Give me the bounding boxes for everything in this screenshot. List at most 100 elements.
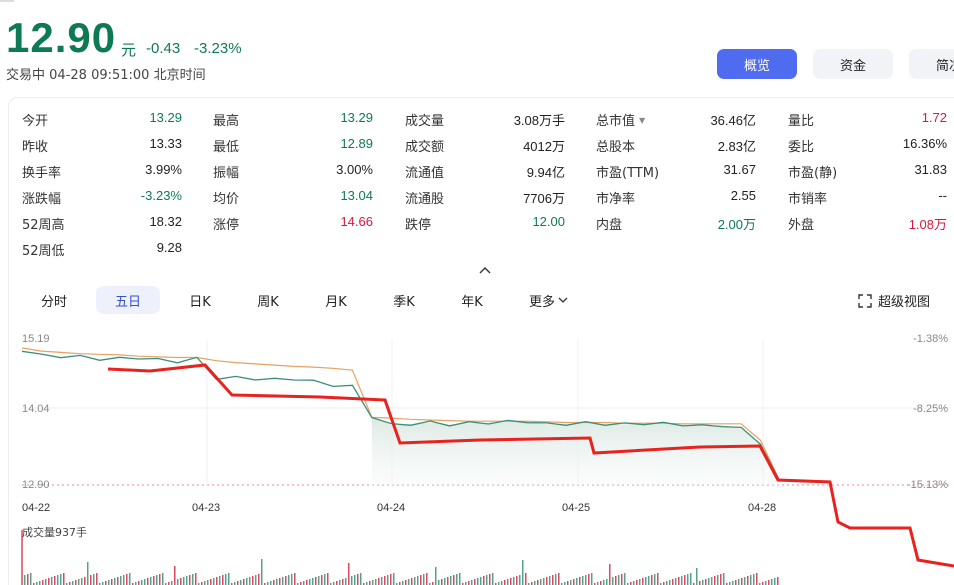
stat-label: 成交量 bbox=[405, 114, 445, 129]
collapse-icon[interactable] bbox=[478, 265, 492, 275]
volume-bar bbox=[621, 574, 623, 585]
period-tab-daily[interactable]: 日K bbox=[178, 286, 222, 314]
stat-label: 市净率 bbox=[596, 192, 636, 207]
volume-bar bbox=[72, 581, 74, 585]
volume-bar bbox=[138, 581, 140, 585]
period-tab-more[interactable]: 更多 bbox=[520, 286, 578, 314]
stat-value: 9.94亿 bbox=[526, 165, 565, 180]
volume-bar bbox=[492, 573, 494, 585]
volume-bar bbox=[741, 578, 743, 585]
volume-bar bbox=[378, 578, 380, 585]
volume-bar bbox=[93, 574, 95, 585]
stat-value: 18.32 bbox=[149, 214, 182, 229]
volume-bar bbox=[144, 579, 146, 585]
volume-bar bbox=[666, 581, 668, 585]
volume-bar bbox=[75, 580, 77, 585]
volume-bar bbox=[45, 579, 47, 585]
volume-bar bbox=[474, 579, 476, 585]
stat-value: 9.28 bbox=[156, 240, 182, 255]
volume-bar bbox=[624, 573, 626, 585]
volume-bar bbox=[315, 577, 317, 585]
stat-label: 涨跌幅 bbox=[22, 192, 62, 207]
volume-bar bbox=[420, 575, 422, 585]
volume-bar bbox=[723, 573, 725, 585]
volume-bar bbox=[510, 578, 512, 585]
volume-bar bbox=[513, 577, 515, 585]
volume-bar bbox=[618, 575, 620, 585]
volume-bar bbox=[291, 574, 293, 585]
volume-bar bbox=[642, 578, 644, 585]
volume-bar bbox=[192, 574, 194, 585]
volume-bar bbox=[612, 577, 614, 585]
volume-bar bbox=[450, 576, 452, 585]
volume-bar bbox=[306, 580, 308, 585]
volume-bar bbox=[39, 581, 41, 585]
volume-bar bbox=[690, 573, 692, 585]
volume-bar bbox=[546, 577, 548, 585]
fullscreen-icon bbox=[858, 293, 872, 308]
volume-bar bbox=[114, 578, 116, 585]
volume-bar bbox=[438, 580, 440, 585]
tab-funds[interactable]: 资金 bbox=[813, 49, 893, 79]
volume-bar bbox=[579, 577, 581, 585]
volume-bar bbox=[309, 579, 311, 585]
trading-status: 交易中 04-28 09:51:00 北京时间 bbox=[6, 64, 206, 83]
y-tick-label-left: 15.19 bbox=[22, 333, 50, 345]
chart-plot-area: 15.19 14.04 12.90 -1.38% -8.25% -15.13% 04-22 0… bbox=[21, 333, 954, 585]
stat-value: 2.83亿 bbox=[717, 139, 756, 154]
price-change: -0.43 bbox=[146, 40, 181, 57]
volume-bar bbox=[423, 574, 425, 585]
volume-bar bbox=[159, 574, 161, 585]
volume-bar bbox=[456, 574, 458, 585]
y-tick-label-right: -15.13% bbox=[907, 479, 948, 491]
volume-bar bbox=[768, 580, 770, 585]
period-tab-weekly[interactable]: 周K bbox=[246, 286, 290, 314]
volume-bar bbox=[222, 575, 224, 585]
volume-bar bbox=[489, 574, 491, 585]
volume-bar bbox=[225, 574, 227, 585]
volume-bar bbox=[255, 575, 257, 585]
period-tab-monthly[interactable]: 月K bbox=[314, 286, 358, 314]
caret-down-icon[interactable]: ▼ bbox=[639, 116, 645, 125]
volume-bar bbox=[303, 581, 305, 585]
period-tab-quarterly[interactable]: 季K bbox=[382, 286, 426, 314]
volume-bar bbox=[216, 577, 218, 585]
volume-bar bbox=[435, 567, 437, 585]
volume-bar bbox=[507, 579, 509, 585]
volume-bar bbox=[81, 578, 83, 585]
period-tab-yearly[interactable]: 年K bbox=[450, 286, 494, 314]
volume-bar bbox=[51, 577, 53, 585]
volume-bar bbox=[258, 574, 260, 585]
volume-bar bbox=[141, 580, 143, 585]
tab-profile[interactable]: 简况 bbox=[909, 49, 954, 79]
price-change-percent: -3.23% bbox=[194, 40, 242, 57]
volume-bar bbox=[252, 576, 254, 585]
volume-bar bbox=[321, 575, 323, 585]
volume-bar bbox=[717, 575, 719, 585]
y-tick-label-right: -1.38% bbox=[913, 333, 948, 345]
volume-bar bbox=[351, 576, 353, 585]
stat-label: 振幅 bbox=[213, 166, 240, 181]
volume-bar bbox=[648, 576, 650, 585]
volume-bar bbox=[183, 577, 185, 585]
super-view-button[interactable]: 超级视图 bbox=[858, 291, 930, 310]
volume-bar bbox=[372, 580, 374, 585]
volume-bar bbox=[573, 579, 575, 585]
period-tab-5day[interactable]: 五日 bbox=[96, 286, 160, 314]
volume-bar bbox=[126, 574, 128, 585]
stat-label[interactable]: 总市值 ▼ bbox=[596, 110, 645, 129]
period-tab-intraday[interactable]: 分时 bbox=[28, 286, 80, 314]
volume-bar bbox=[276, 579, 278, 585]
stat-value: 2.00万 bbox=[717, 217, 756, 232]
volume-bar bbox=[111, 579, 113, 585]
y-tick-label-left: 12.90 bbox=[22, 479, 50, 491]
volume-bar bbox=[714, 576, 716, 585]
window-corner bbox=[0, 0, 14, 2]
chevron-down-icon bbox=[558, 297, 568, 303]
tab-overview[interactable]: 概览 bbox=[717, 49, 797, 79]
volume-bar bbox=[735, 580, 737, 585]
price-chart[interactable]: 15.19 14.04 12.90 -1.38% -8.25% -15.13% 04-22 0… bbox=[0, 322, 954, 585]
volume-bar bbox=[444, 578, 446, 585]
status-text: 交易中 bbox=[6, 68, 46, 83]
volume-bar bbox=[63, 573, 65, 585]
